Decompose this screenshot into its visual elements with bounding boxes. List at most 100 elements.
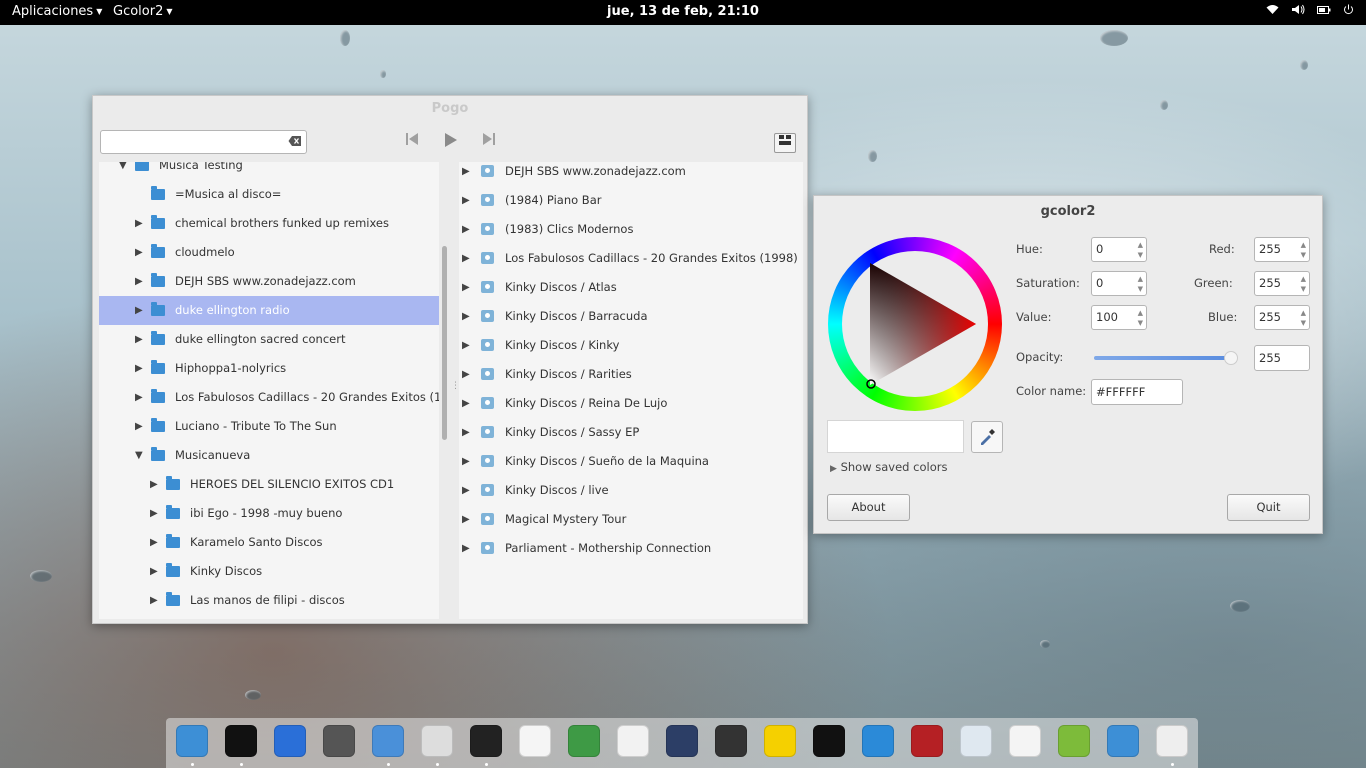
search-input[interactable]	[100, 130, 307, 154]
calendar-icon[interactable]	[666, 725, 698, 757]
album-row[interactable]: ▶ Kinky Discos / Rarities	[459, 360, 803, 389]
expand-arrow-icon[interactable]: ▶	[135, 412, 145, 441]
globe-icon[interactable]	[323, 725, 355, 757]
clock[interactable]: jue, 13 de feb, 21:10	[0, 4, 1366, 19]
tree-row[interactable]: ▼ Musica Testing	[99, 162, 439, 180]
tree-row[interactable]: ▶ ibi Ego - 1998 -muy bueno	[99, 499, 439, 528]
tree-row[interactable]: =Musica al disco=	[99, 180, 439, 209]
wifi-icon[interactable]	[1266, 4, 1279, 18]
album-row[interactable]: ▶ (1984) Piano Bar	[459, 186, 803, 215]
writer-icon[interactable]	[519, 725, 551, 757]
tree-row[interactable]: ▶ Karamelo Santo Discos	[99, 528, 439, 557]
tree-row[interactable]: ▶ chemical brothers funked up remixes	[99, 209, 439, 238]
expand-arrow-icon[interactable]: ▶	[135, 209, 145, 238]
album-row[interactable]: ▶ Los Fabulosos Cadillacs - 20 Grandes Ex…	[459, 244, 803, 273]
album-row[interactable]: ▶ Kinky Discos / Kinky	[459, 331, 803, 360]
expand-arrow-icon[interactable]: ▶	[462, 186, 470, 215]
spin-up-icon[interactable]: ▲	[1301, 241, 1306, 249]
terminal-icon[interactable]	[470, 725, 502, 757]
expand-arrow-icon[interactable]: ▶	[150, 586, 160, 615]
toggle-icon[interactable]	[960, 725, 992, 757]
expand-arrow-icon[interactable]: ▶	[135, 325, 145, 354]
clear-search-icon[interactable]	[288, 135, 302, 147]
expand-arrow-icon[interactable]: ▶	[462, 273, 470, 302]
tree-row[interactable]: ▶ Las manos de filipi - discos	[99, 586, 439, 615]
tree-scrollbar[interactable]	[442, 246, 447, 440]
opacity-slider[interactable]	[1094, 356, 1230, 360]
anchor-icon[interactable]	[176, 725, 208, 757]
sublime-icon[interactable]	[715, 725, 747, 757]
bulb-icon[interactable]	[764, 725, 796, 757]
expand-arrow-icon[interactable]: ▶	[462, 505, 470, 534]
calc-icon[interactable]	[568, 725, 600, 757]
expand-arrow-icon[interactable]: ▶	[462, 447, 470, 476]
expand-arrow-icon[interactable]: ▶	[150, 499, 160, 528]
tree-row[interactable]: ▶ Kinky Discos	[99, 557, 439, 586]
blue-spinner[interactable]: 255 ▲ ▼	[1254, 305, 1310, 330]
messages-icon[interactable]	[1107, 725, 1139, 757]
frame-icon[interactable]	[862, 725, 894, 757]
red-spinner[interactable]: 255 ▲ ▼	[1254, 237, 1310, 262]
volume-icon[interactable]	[1291, 4, 1305, 18]
spin-down-icon[interactable]: ▼	[1138, 319, 1143, 327]
spin-down-icon[interactable]: ▼	[1301, 319, 1306, 327]
pogo-icon[interactable]	[225, 725, 257, 757]
tasks-icon[interactable]	[1009, 725, 1041, 757]
album-row[interactable]: ▶ Kinky Discos / Barracuda	[459, 302, 803, 331]
tree-row[interactable]: ▼ Musicanueva	[99, 441, 439, 470]
tree-row[interactable]: ▶ Los Fabulosos Cadillacs - 20 Grandes Ex…	[99, 383, 439, 412]
spin-up-icon[interactable]: ▲	[1138, 241, 1143, 249]
play-icon[interactable]	[444, 132, 458, 152]
tree-row[interactable]: ▶ duke ellington sacred concert	[99, 325, 439, 354]
expand-arrow-icon[interactable]: ▶	[462, 389, 470, 418]
expand-arrow-icon[interactable]: ▶	[135, 296, 145, 325]
hue-ring[interactable]	[828, 237, 1002, 411]
about-button[interactable]: About	[827, 494, 910, 521]
previous-track-icon[interactable]	[405, 132, 419, 150]
expand-arrow-icon[interactable]: ▶	[462, 302, 470, 331]
expand-arrow-icon[interactable]: ▶	[462, 534, 470, 563]
mixer-icon[interactable]	[421, 725, 453, 757]
next-track-icon[interactable]	[482, 132, 496, 150]
view-toggle-button[interactable]	[774, 133, 796, 153]
power-icon[interactable]	[1343, 4, 1354, 18]
album-list[interactable]: ▶ DEJH SBS www.zonadejazz.com ▶ (1984) Pian…	[459, 162, 803, 619]
spin-down-icon[interactable]: ▼	[1138, 251, 1143, 259]
expand-arrow-icon[interactable]: ▶	[462, 360, 470, 389]
spin-up-icon[interactable]: ▲	[1138, 309, 1143, 317]
expand-arrow-icon[interactable]: ▶	[150, 528, 160, 557]
saturation-spinner[interactable]: 0 ▲ ▼	[1091, 271, 1147, 296]
spin-up-icon[interactable]: ▲	[1301, 309, 1306, 317]
tree-row[interactable]: ▶ DEJH SBS www.zonadejazz.com	[99, 267, 439, 296]
expand-arrow-icon[interactable]: ▶	[150, 470, 160, 499]
show-saved-colors-toggle[interactable]: ▶ Show saved colors	[830, 460, 947, 474]
album-row[interactable]: ▶ Kinky Discos / Sueño de la Maquina	[459, 447, 803, 476]
firefox-icon[interactable]	[274, 725, 306, 757]
tree-row[interactable]: ▶ HEROES DEL SILENCIO EXITOS CD1	[99, 470, 439, 499]
album-row[interactable]: ▶ Kinky Discos / Atlas	[459, 273, 803, 302]
spin-up-icon[interactable]: ▲	[1301, 275, 1306, 283]
expand-arrow-icon[interactable]: ▶	[150, 557, 160, 586]
spin-down-icon[interactable]: ▼	[1138, 285, 1143, 293]
collapse-arrow-icon[interactable]: ▼	[119, 162, 129, 180]
collapse-arrow-icon[interactable]: ▼	[135, 441, 145, 470]
album-row[interactable]: ▶ Parliament - Mothership Connection	[459, 534, 803, 563]
value-spinner[interactable]: 100 ▲ ▼	[1091, 305, 1147, 330]
saturation-value-triangle[interactable]	[866, 259, 978, 389]
spin-up-icon[interactable]: ▲	[1138, 275, 1143, 283]
expand-arrow-icon[interactable]: ▶	[462, 476, 470, 505]
expand-arrow-icon[interactable]: ▶	[135, 383, 145, 412]
expand-arrow-icon[interactable]: ▶	[462, 331, 470, 360]
tree-row[interactable]: ▶ duke ellington radio	[99, 296, 439, 325]
expand-arrow-icon[interactable]: ▶	[135, 267, 145, 296]
album-row[interactable]: ▶ Kinky Discos / Reina De Lujo	[459, 389, 803, 418]
quit-button[interactable]: Quit	[1227, 494, 1310, 521]
battery-icon[interactable]	[1317, 4, 1331, 18]
expand-arrow-icon[interactable]: ▶	[462, 418, 470, 447]
gcolor-icon[interactable]	[1156, 725, 1188, 757]
expand-arrow-icon[interactable]: ▶	[135, 238, 145, 267]
expand-arrow-icon[interactable]: ▶	[462, 244, 470, 273]
album-row[interactable]: ▶ Kinky Discos / live	[459, 476, 803, 505]
green-spinner[interactable]: 255 ▲ ▼	[1254, 271, 1310, 296]
mendeley-icon[interactable]	[911, 725, 943, 757]
